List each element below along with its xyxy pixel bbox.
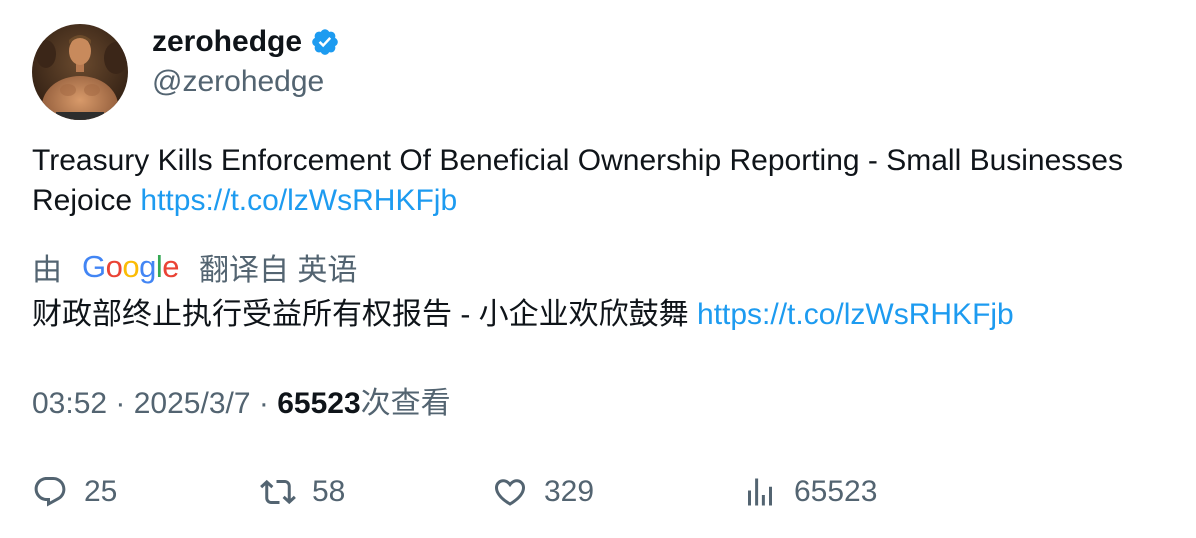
meta-separator: · [107,387,134,420]
google-logo-icon: Google [82,249,180,284]
retweet-button[interactable]: 58 [260,470,345,514]
translation-attribution: 由 Google 翻译自 英语 [32,247,357,287]
translated-link[interactable]: https://t.co/lzWsRHKFjb [697,298,1014,331]
tweet-meta: 03:52 · 2025/3/7 · 65523次查看 [32,384,451,424]
tweet-date[interactable]: 2025/3/7 [134,387,251,420]
reply-count: 25 [84,475,118,508]
heart-icon [492,474,528,510]
like-count: 329 [544,475,595,508]
tweet-link[interactable]: https://t.co/lzWsRHKFjb [140,184,457,217]
views-count: 65523 [277,387,361,420]
translated-body: 财政部终止执行受益所有权报告 - 小企业欢欣鼓舞 [32,298,689,331]
tweet-time[interactable]: 03:52 [32,387,107,420]
retweet-count: 58 [312,475,346,508]
tweet-text: Treasury Kills Enforcement Of Beneficial… [32,141,1152,221]
views-label: 次查看 [360,387,451,420]
user-handle[interactable]: @zerohedge [152,62,324,102]
views-action-count: 65523 [794,475,878,508]
retweet-icon [260,474,296,510]
meta-separator-2: · [250,387,278,420]
views-button[interactable]: 65523 [742,470,877,514]
display-name-text: zerohedge [152,25,303,58]
translated-by-label: 由 [32,254,62,287]
translated-text: 财政部终止执行受益所有权报告 - 小企业欢欣鼓舞 https://t.co/lz… [32,295,1162,335]
reply-button[interactable]: 25 [32,470,117,514]
avatar-image [32,24,128,120]
reply-icon [32,474,68,510]
translated-from-label: 翻译自 英语 [199,254,358,287]
like-button[interactable]: 329 [492,470,594,514]
action-bar: 25 58 329 65523 [32,470,1172,514]
display-name[interactable]: zerohedge [152,22,340,62]
verified-badge-icon [310,27,340,57]
analytics-bar-icon [742,474,778,510]
avatar[interactable] [32,24,128,120]
